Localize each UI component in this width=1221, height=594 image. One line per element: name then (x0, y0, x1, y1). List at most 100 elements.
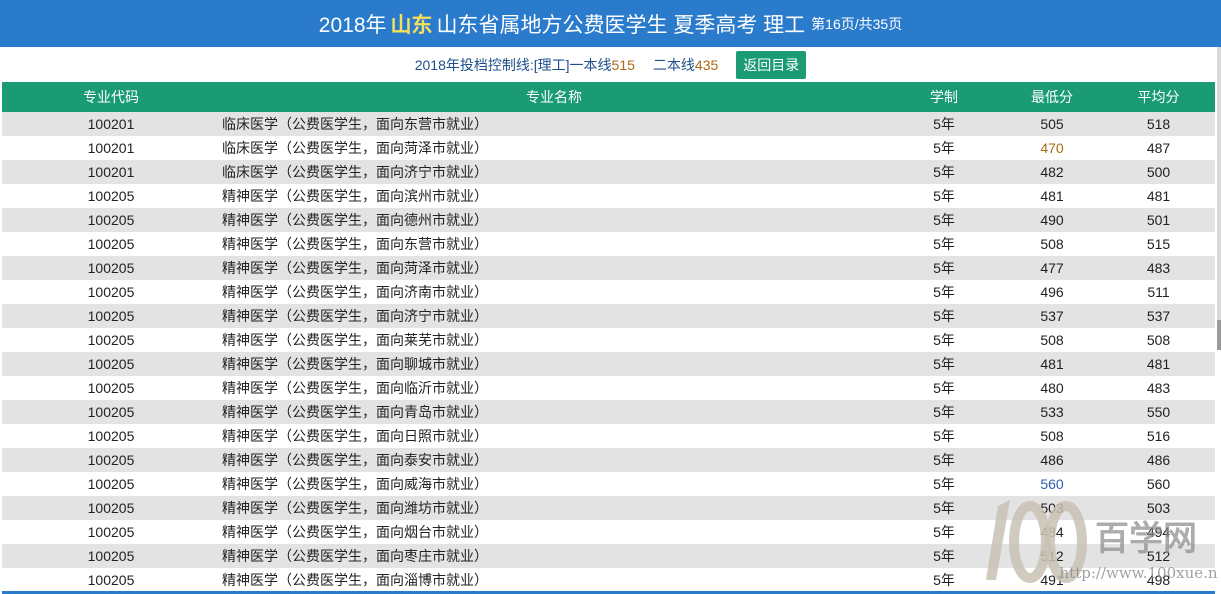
score-table: 专业代码 专业名称 学制 最低分 平均分 100201 临床医学（公费医学生，面向… (2, 82, 1215, 592)
cell-avg-score: 512 (1146, 548, 1171, 564)
cell-name: 精神医学（公费医学生，面向济宁市就业） (222, 308, 488, 324)
cell-min-score: 481 (1040, 188, 1064, 204)
cell-name: 精神医学（公费医学生，面向德州市就业） (222, 212, 488, 228)
cell-code: 100205 (87, 284, 135, 300)
table-row: 100205 精神医学（公费医学生，面向临沂市就业） 5年 480 483 (2, 376, 1215, 400)
scrollbar-track[interactable] (1217, 47, 1221, 347)
cell-avg-score: 511 (1147, 284, 1170, 300)
table-row: 100205 精神医学（公费医学生，面向滨州市就业） 5年 481 481 (2, 184, 1215, 208)
cell-avg-score: 515 (1146, 236, 1171, 252)
cell-years: 5年 (933, 572, 955, 588)
cell-min-score: 491 (1040, 572, 1064, 588)
cell-min-score: 533 (1040, 404, 1064, 420)
header-years: 学制 (930, 89, 958, 105)
table-row: 100205 精神医学（公费医学生，面向莱芜市就业） 5年 508 508 (2, 328, 1215, 352)
back-to-directory-button[interactable]: 返回目录 (736, 51, 807, 79)
cell-min-score: 482 (1040, 164, 1064, 180)
cell-code: 100205 (87, 212, 135, 228)
cell-name: 精神医学（公费医学生，面向枣庄市就业） (222, 548, 488, 564)
cell-min-score: 484 (1040, 524, 1064, 540)
cell-years: 5年 (933, 236, 955, 252)
cell-code: 100205 (87, 476, 135, 492)
table-row: 100205 精神医学（公费医学生，面向烟台市就业） 5年 484 494 (2, 520, 1215, 544)
cell-min-score: 477 (1040, 260, 1064, 276)
cell-code: 100205 (87, 380, 135, 396)
cell-code: 100205 (87, 524, 135, 540)
cell-min-score: 486 (1040, 452, 1064, 468)
cell-name: 精神医学（公费医学生，面向滨州市就业） (222, 188, 488, 204)
cell-name: 精神医学（公费医学生，面向威海市就业） (222, 476, 488, 492)
cell-avg-score: 483 (1146, 260, 1171, 276)
cell-code: 100205 (87, 308, 135, 324)
cell-years: 5年 (933, 188, 955, 204)
table-row: 100201 临床医学（公费医学生，面向东营市就业） 5年 505 518 (2, 112, 1215, 136)
header-code: 专业代码 (83, 89, 139, 105)
cell-min-score: 508 (1040, 428, 1064, 444)
table-header-row: 专业代码 专业名称 学制 最低分 平均分 (2, 82, 1215, 112)
cell-min-score: 512 (1040, 548, 1064, 564)
cell-name: 精神医学（公费医学生，面向莱芜市就业） (222, 332, 488, 348)
page-header: 2018年 山东 山东省属地方公费医学生 夏季高考 理工 第16页/共35页 (0, 0, 1221, 47)
table-row: 100205 精神医学（公费医学生，面向菏泽市就业） 5年 477 483 (2, 256, 1215, 280)
control-line-bar: 2018年投档控制线: [理工] 一本线 515 二本线 435 返回目录 (0, 50, 1221, 80)
tier2-value: 435 (694, 57, 719, 73)
cell-years: 5年 (933, 452, 955, 468)
cell-name: 精神医学（公费医学生，面向临沂市就业） (222, 380, 488, 396)
cell-name: 精神医学（公费医学生，面向东营市就业） (222, 236, 488, 252)
header-title: 山东省属地方公费医学生 夏季高考 理工 (436, 13, 806, 37)
scrollbar-thumb[interactable] (1217, 320, 1221, 350)
page-info: 第16页/共35页 (811, 15, 903, 32)
header-min-score: 最低分 (1031, 89, 1073, 105)
cell-years: 5年 (933, 548, 955, 564)
cell-avg-score: 503 (1146, 500, 1171, 516)
cell-name: 精神医学（公费医学生，面向菏泽市就业） (222, 260, 488, 276)
table-row: 100205 精神医学（公费医学生，面向威海市就业） 5年 560 560 (2, 472, 1215, 496)
tier2-label: 二本线 (652, 57, 695, 73)
cell-years: 5年 (933, 140, 955, 156)
cell-code: 100205 (87, 332, 135, 348)
table-body: 100201 临床医学（公费医学生，面向东营市就业） 5年 505 518 100201 临… (2, 112, 1215, 592)
cell-min-score: 481 (1040, 356, 1064, 372)
cell-avg-score: 487 (1146, 140, 1171, 156)
cell-years: 5年 (933, 380, 955, 396)
cell-name: 临床医学（公费医学生，面向济宁市就业） (222, 164, 488, 180)
cell-name: 精神医学（公费医学生，面向济南市就业） (222, 284, 488, 300)
cell-years: 5年 (933, 308, 955, 324)
cell-code: 100205 (87, 236, 135, 252)
table-row: 100205 精神医学（公费医学生，面向青岛市就业） 5年 533 550 (2, 400, 1215, 424)
table-row: 100205 精神医学（公费医学生，面向聊城市就业） 5年 481 481 (2, 352, 1215, 376)
header-avg-score: 平均分 (1137, 89, 1180, 105)
control-line-label: 2018年投档控制线: (414, 57, 534, 73)
cell-code: 100205 (87, 356, 135, 372)
cell-avg-score: 486 (1146, 452, 1171, 468)
cell-name: 精神医学（公费医学生，面向烟台市就业） (222, 524, 488, 540)
table-row: 100205 精神医学（公费医学生，面向德州市就业） 5年 490 501 (2, 208, 1215, 232)
cell-min-score: 560 (1040, 476, 1064, 492)
cell-years: 5年 (933, 476, 955, 492)
cell-code: 100201 (87, 164, 135, 180)
cell-code: 100205 (87, 452, 135, 468)
header-province: 山东 (390, 13, 433, 37)
cell-code: 100205 (87, 572, 135, 588)
cell-min-score: 496 (1040, 284, 1064, 300)
cell-avg-score: 494 (1146, 524, 1171, 540)
cell-code: 100205 (87, 500, 135, 516)
table-row: 100205 精神医学（公费医学生，面向东营市就业） 5年 508 515 (2, 232, 1215, 256)
cell-years: 5年 (933, 164, 955, 180)
cell-min-score: 508 (1040, 236, 1064, 252)
cell-min-score: 508 (1040, 332, 1064, 348)
cell-years: 5年 (933, 116, 955, 132)
cell-min-score: 490 (1040, 212, 1064, 228)
header-name: 专业名称 (526, 89, 582, 105)
table-row: 100205 精神医学（公费医学生，面向枣庄市就业） 5年 512 512 (2, 544, 1215, 568)
cell-name: 精神医学（公费医学生，面向潍坊市就业） (222, 500, 488, 516)
table-row: 100205 精神医学（公费医学生，面向淄博市就业） 5年 491 498 (2, 568, 1215, 592)
cell-avg-score: 518 (1146, 116, 1171, 132)
cell-min-score: 480 (1040, 380, 1064, 396)
cell-years: 5年 (933, 332, 955, 348)
cell-code: 100205 (87, 260, 135, 276)
cell-code: 100205 (87, 404, 135, 420)
cell-avg-score: 501 (1146, 212, 1171, 228)
control-category: [理工] (533, 57, 570, 73)
cell-code: 100205 (87, 548, 135, 564)
